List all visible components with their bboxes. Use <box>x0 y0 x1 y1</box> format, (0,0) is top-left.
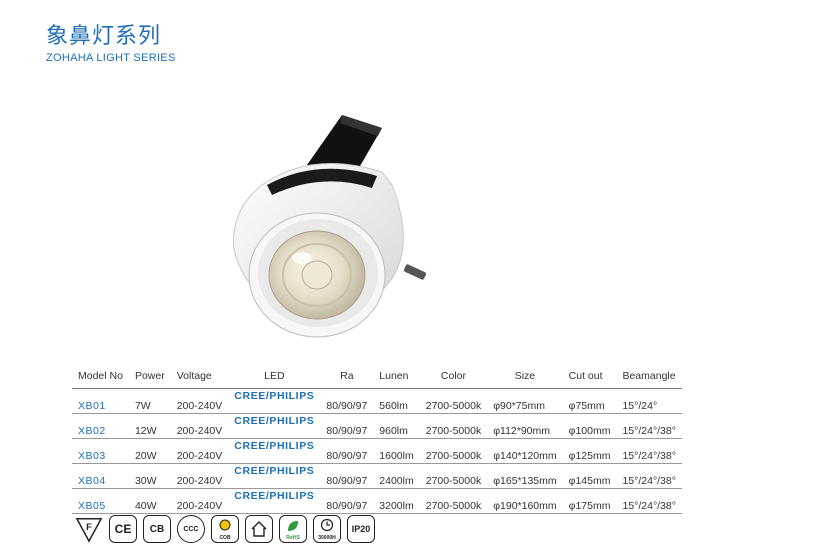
cell-power: 12W <box>128 413 171 439</box>
cb-icon: CB <box>143 515 171 543</box>
cell-power: 40W <box>128 488 171 514</box>
cell-ra: 80/90/97 <box>320 438 374 464</box>
house-icon <box>245 515 273 543</box>
cell-led: CREE/PHILIPS <box>228 388 321 414</box>
cell-size: φ112*90mm <box>487 413 563 439</box>
cell-ra: 80/90/97 <box>320 388 374 414</box>
cell-voltage: 200-240V <box>170 413 229 439</box>
cell-size: φ190*160mm <box>487 488 563 514</box>
cell-voltage: 200-240V <box>170 463 229 489</box>
cell-lumen: 560lm <box>373 388 420 414</box>
cell-size: φ90*75mm <box>487 388 563 414</box>
cell-model: XB02 <box>72 413 129 439</box>
cell-power: 7W <box>128 388 171 414</box>
cell-led: CREE/PHILIPS <box>228 488 321 514</box>
cell-cutout: φ100mm <box>562 413 617 439</box>
col-cutout: Cut out <box>562 368 617 389</box>
ce-icon: CE <box>109 515 137 543</box>
cell-size: φ165*135mm <box>487 463 563 489</box>
cell-model: XB03 <box>72 438 129 464</box>
spec-table: Model No Power Voltage LED Ra Lunen Colo… <box>72 368 682 514</box>
cell-power: 20W <box>128 438 171 464</box>
cell-led: CREE/PHILIPS <box>228 438 321 464</box>
cell-model: XB04 <box>72 463 129 489</box>
table-row: XB05 40W 200-240V CREE/PHILIPS 80/90/97 … <box>72 488 682 514</box>
cell-led: CREE/PHILIPS <box>228 463 321 489</box>
cell-voltage: 200-240V <box>170 488 229 514</box>
col-power: Power <box>128 368 171 389</box>
cell-size: φ140*120mm <box>487 438 563 464</box>
col-size: Size <box>487 368 563 389</box>
table-row: XB02 12W 200-240V CREE/PHILIPS 80/90/97 … <box>72 413 682 439</box>
cob-label: COB <box>219 535 231 541</box>
cell-beamangle: 15°/24° <box>616 388 682 414</box>
cell-color: 2700-5000k <box>419 488 488 514</box>
cell-model: XB05 <box>72 488 129 514</box>
table-header-row: Model No Power Voltage LED Ra Lunen Colo… <box>72 368 682 389</box>
ccc-label: CCC <box>183 525 199 533</box>
page-title: 象鼻灯系列 <box>46 24 162 49</box>
cell-cutout: φ75mm <box>562 388 617 414</box>
clock-icon: 30000H <box>313 515 341 543</box>
lifetime-label: 30000H <box>318 535 336 541</box>
cell-ra: 80/90/97 <box>320 413 374 439</box>
rohs-label: RoHS <box>286 535 300 541</box>
cell-cutout: φ175mm <box>562 488 617 514</box>
certification-icons: F CE CB CCC COB RoHS 30000H IP20 <box>75 515 375 543</box>
table-row: XB01 7W 200-240V CREE/PHILIPS 80/90/97 5… <box>72 388 682 414</box>
f-mark-icon: F <box>75 515 103 543</box>
cell-cutout: φ125mm <box>562 438 617 464</box>
cell-beamangle: 15°/24°/38° <box>616 438 682 464</box>
col-model: Model No <box>72 368 129 389</box>
cell-color: 2700-5000k <box>419 413 488 439</box>
cell-voltage: 200-240V <box>170 438 229 464</box>
cell-cutout: φ145mm <box>562 463 617 489</box>
svg-text:F: F <box>86 522 92 532</box>
col-ra: Ra <box>320 368 374 389</box>
rohs-icon: RoHS <box>279 515 307 543</box>
cell-beamangle: 15°/24°/38° <box>616 413 682 439</box>
col-voltage: Voltage <box>170 368 229 389</box>
cell-lumen: 960lm <box>373 413 420 439</box>
col-beamangle: Beamangle <box>616 368 682 389</box>
cell-beamangle: 15°/24°/38° <box>616 488 682 514</box>
cell-lumen: 1600lm <box>373 438 420 464</box>
cell-color: 2700-5000k <box>419 388 488 414</box>
ip20-icon: IP20 <box>347 515 375 543</box>
cell-lumen: 2400lm <box>373 463 420 489</box>
table-row: XB03 20W 200-240V CREE/PHILIPS 80/90/97 … <box>72 438 682 464</box>
cell-color: 2700-5000k <box>419 438 488 464</box>
col-led: LED <box>228 368 321 389</box>
cell-model: XB01 <box>72 388 129 414</box>
page-subtitle: ZOHAHA LIGHT SERIES <box>46 52 176 64</box>
cell-led: CREE/PHILIPS <box>228 413 321 439</box>
cell-lumen: 3200lm <box>373 488 420 514</box>
cell-power: 30W <box>128 463 171 489</box>
cell-beamangle: 15°/24°/38° <box>616 463 682 489</box>
cob-icon: COB <box>211 515 239 543</box>
table-row: XB04 30W 200-240V CREE/PHILIPS 80/90/97 … <box>72 463 682 489</box>
cell-ra: 80/90/97 <box>320 463 374 489</box>
cell-voltage: 200-240V <box>170 388 229 414</box>
col-lumen: Lunen <box>373 368 420 389</box>
ccc-icon: CCC <box>177 515 205 543</box>
col-color: Color <box>419 368 488 389</box>
cell-color: 2700-5000k <box>419 463 488 489</box>
cell-ra: 80/90/97 <box>320 488 374 514</box>
product-image <box>233 115 427 338</box>
